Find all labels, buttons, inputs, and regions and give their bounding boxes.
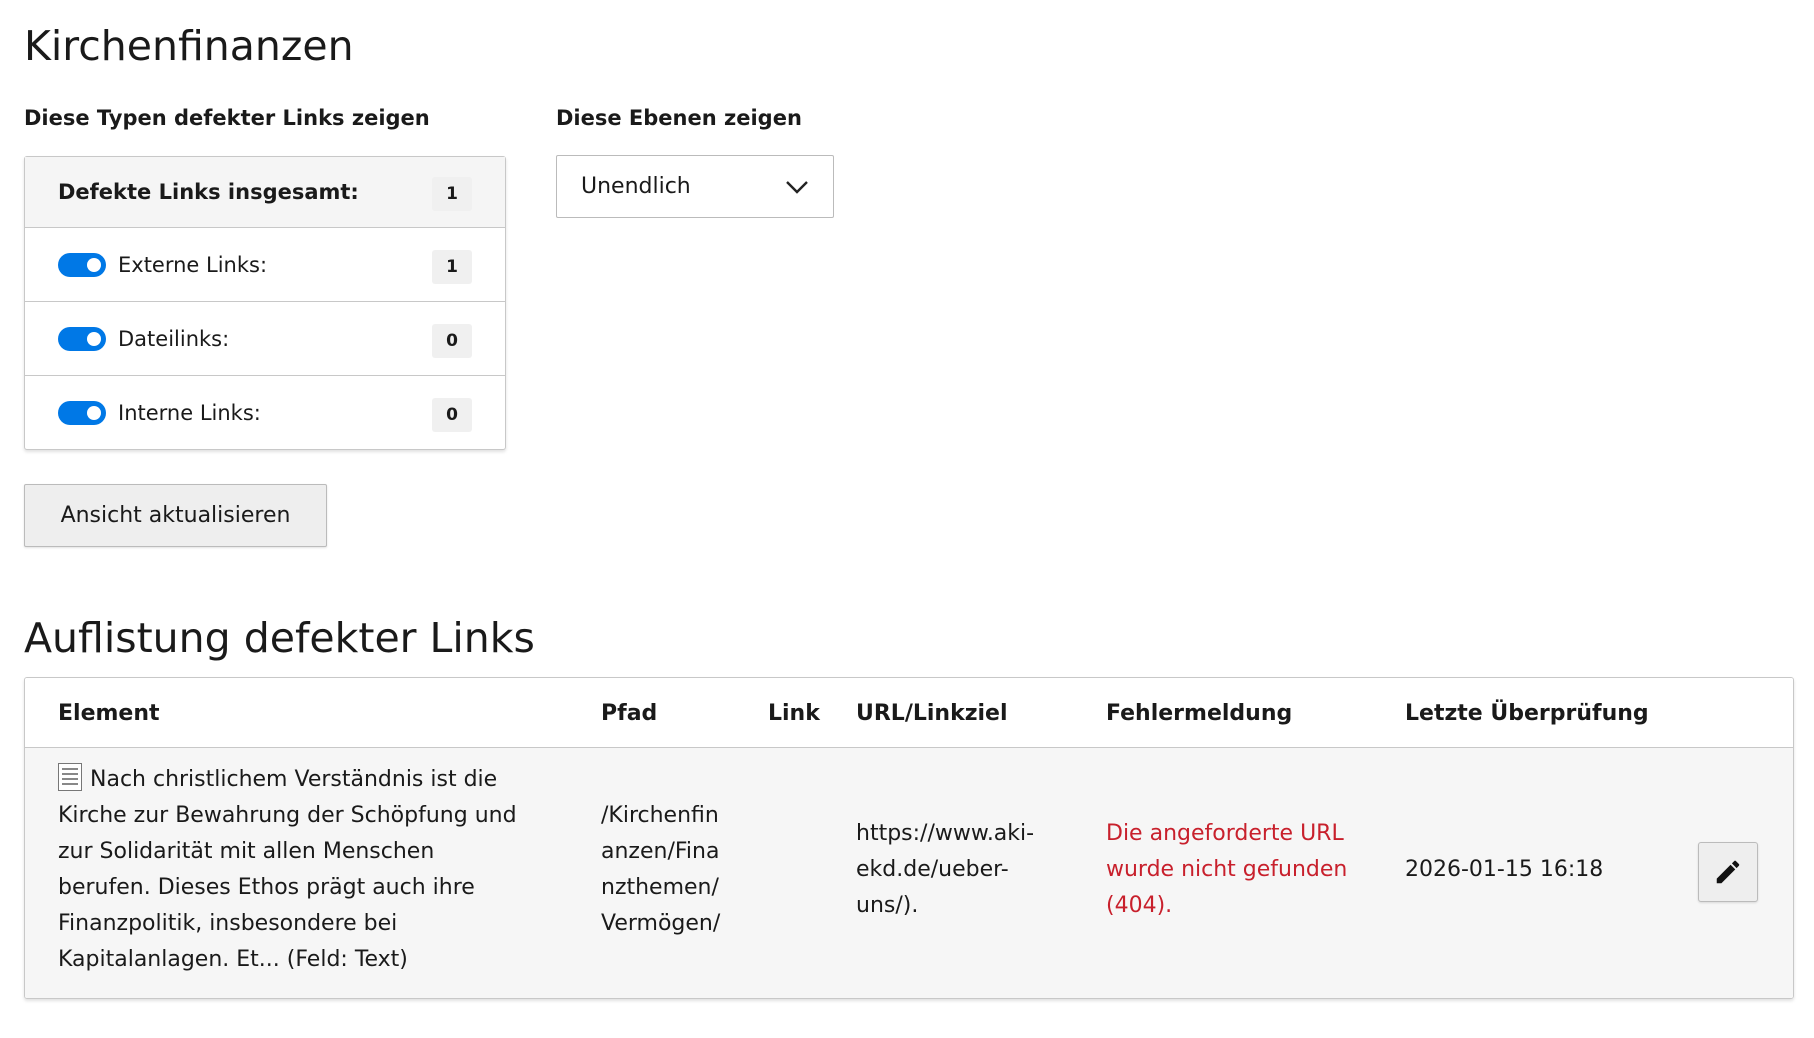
- edit-button[interactable]: [1698, 842, 1758, 902]
- element-cell: Nach christlichem Verständnis ist die Ki…: [58, 762, 578, 978]
- column-header-link: Link: [768, 701, 820, 726]
- toggle-knob: [87, 331, 101, 346]
- external-links-label: Externe Links:: [118, 252, 268, 277]
- element-line: Kapitalanlagen. Et... (Feld: Text): [58, 947, 408, 972]
- internal-links-label: Interne Links:: [118, 400, 261, 425]
- levels-select-value: Unendlich: [581, 174, 691, 199]
- url-cell: https://www.aki- ekd.de/ueber- uns/).: [856, 816, 1034, 924]
- path-line: nzthemen/: [601, 875, 719, 900]
- type-row-file: Dateilinks: 0: [25, 301, 505, 375]
- column-header-element: Element: [58, 701, 160, 726]
- element-line: zur Solidarität mit allen Menschen: [58, 839, 435, 864]
- error-cell: Die angeforderte URL wurde nicht gefunde…: [1106, 816, 1347, 924]
- internal-links-count: 0: [432, 397, 472, 432]
- toggle-knob: [87, 257, 101, 272]
- table-row: Nach christlichem Verständnis ist die Ki…: [25, 748, 1793, 998]
- results-heading: Auflistung defekter Links: [24, 614, 535, 662]
- error-line: Die angeforderte URL: [1106, 821, 1344, 846]
- type-row-external: Externe Links: 1: [25, 227, 505, 301]
- path-line: anzen/Fina: [601, 839, 720, 864]
- element-line: berufen. Dieses Ethos prägt auch ihre: [58, 875, 475, 900]
- levels-select[interactable]: Unendlich: [556, 155, 834, 218]
- column-header-url: URL/Linkziel: [856, 701, 1008, 726]
- url-line: uns/).: [856, 893, 919, 918]
- external-links-count: 1: [432, 249, 472, 284]
- total-label: Defekte Links insgesamt:: [58, 180, 359, 204]
- element-line: Kirche zur Bewahrung der Schöpfung und: [58, 803, 517, 828]
- element-line: Finanzpolitik, insbesondere bei: [58, 911, 398, 936]
- path-line: Vermögen/: [601, 911, 721, 936]
- internal-links-toggle[interactable]: [58, 400, 106, 425]
- table-header: Element Pfad Link URL/Linkziel Fehlermel…: [25, 678, 1793, 748]
- refresh-view-button[interactable]: Ansicht aktualisieren: [24, 484, 327, 547]
- error-line: (404).: [1106, 893, 1173, 918]
- link-types-panel: Defekte Links insgesamt: 1 Externe Links…: [24, 156, 506, 450]
- file-links-toggle[interactable]: [58, 326, 106, 351]
- page-title: Kirchenfinanzen: [24, 22, 354, 70]
- column-header-error: Fehlermeldung: [1106, 701, 1293, 726]
- type-row-internal: Interne Links: 0: [25, 375, 505, 449]
- element-line: Nach christlichem Verständnis ist die: [58, 762, 578, 798]
- path-cell: /Kirchenfin anzen/Fina nzthemen/ Vermöge…: [601, 798, 720, 942]
- column-header-last-check: Letzte Überprüfung: [1405, 701, 1649, 726]
- url-line: ekd.de/ueber-: [856, 857, 1009, 882]
- pencil-icon: [1716, 860, 1740, 884]
- path-line: /Kirchenfin: [601, 803, 719, 828]
- toggle-knob: [87, 405, 101, 420]
- external-links-toggle[interactable]: [58, 252, 106, 277]
- broken-links-table: Element Pfad Link URL/Linkziel Fehlermel…: [24, 677, 1794, 999]
- chevron-down-icon: [786, 180, 808, 194]
- file-links-count: 0: [432, 323, 472, 358]
- error-line: wurde nicht gefunden: [1106, 857, 1348, 882]
- file-links-label: Dateilinks:: [118, 326, 230, 351]
- total-count-badge: 1: [432, 177, 472, 211]
- last-check-cell: 2026-01-15 16:18: [1405, 857, 1604, 882]
- content-element-icon: [58, 763, 82, 791]
- levels-filter-heading: Diese Ebenen zeigen: [556, 106, 802, 130]
- column-header-path: Pfad: [601, 701, 658, 726]
- url-line: https://www.aki-: [856, 821, 1035, 846]
- types-filter-heading: Diese Typen defekter Links zeigen: [24, 106, 430, 130]
- total-row: Defekte Links insgesamt: 1: [25, 157, 505, 227]
